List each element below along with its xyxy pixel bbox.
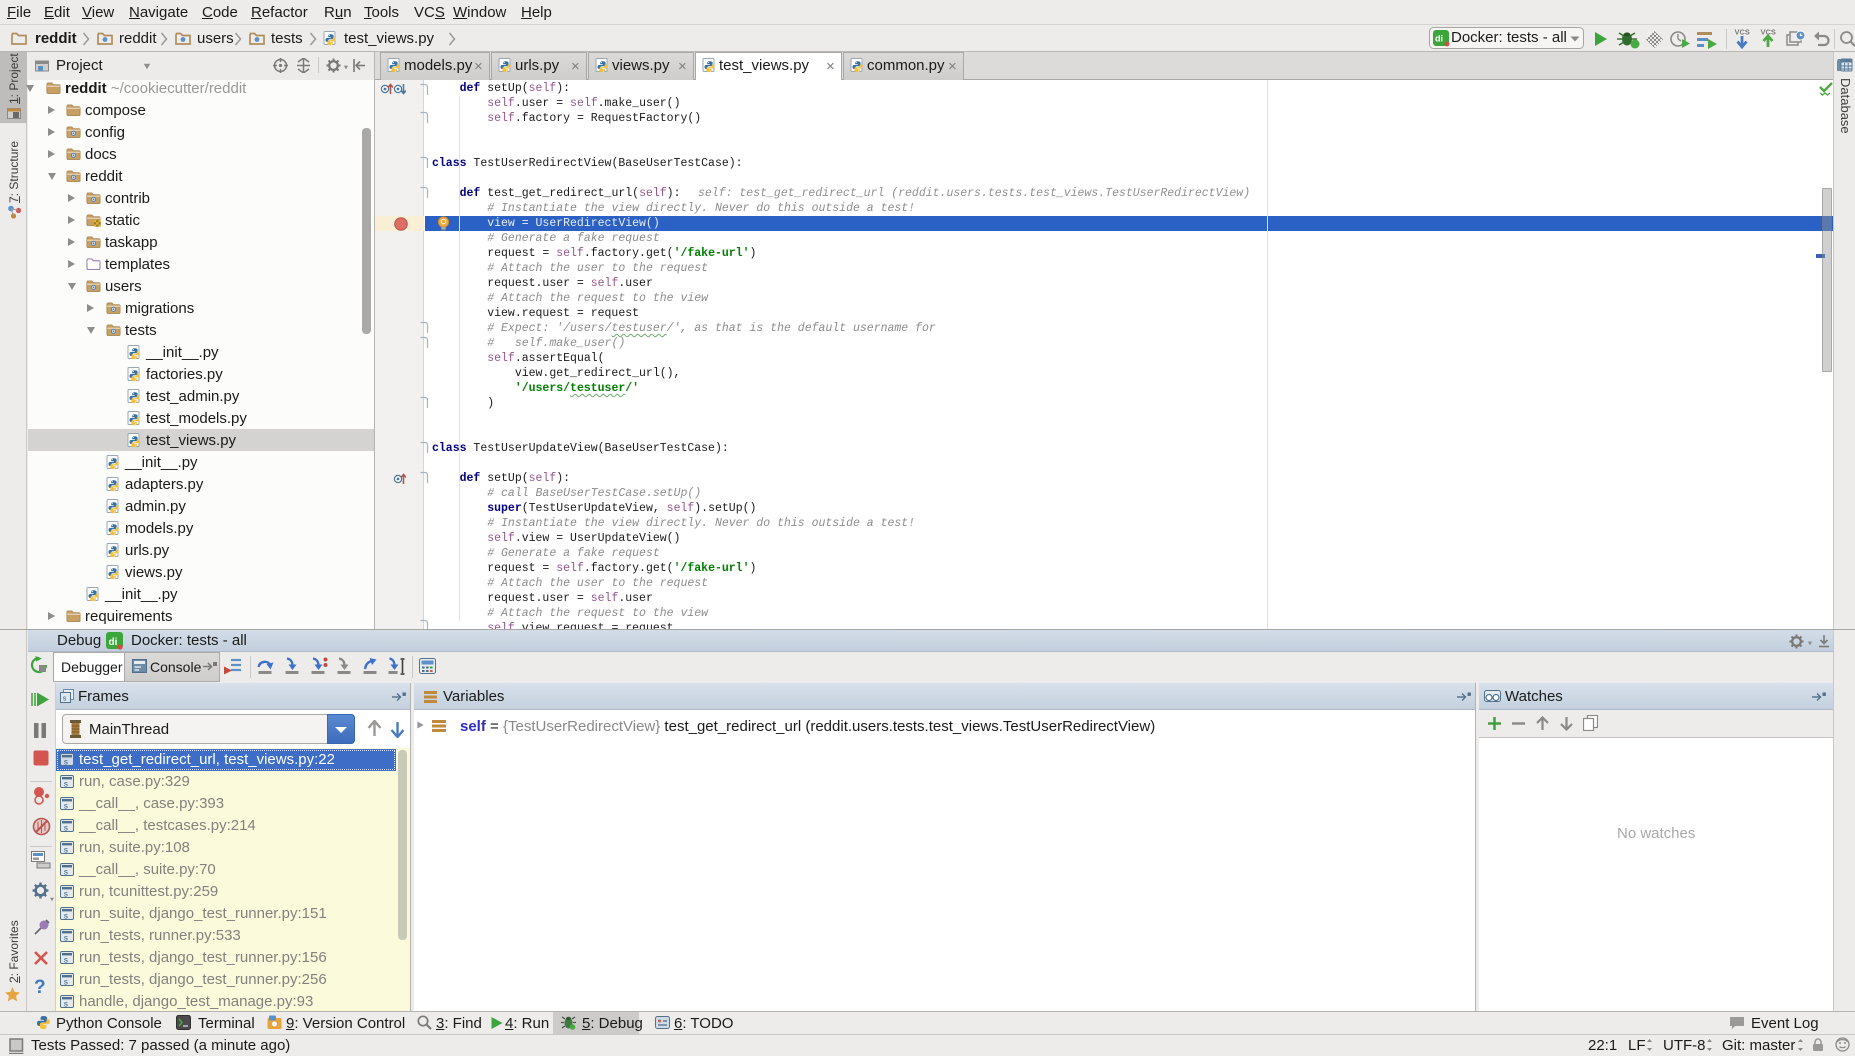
svg-text:s: s: [64, 979, 69, 988]
svg-text:di: di: [109, 637, 118, 648]
svg-text:s: s: [64, 803, 69, 812]
svg-text:s: s: [64, 759, 69, 768]
svg-text:s: s: [64, 869, 69, 878]
svg-text:s: s: [64, 1001, 69, 1010]
svg-text:s: s: [64, 957, 69, 966]
svg-text:s: s: [64, 847, 69, 856]
svg-text:s: s: [64, 825, 69, 834]
svg-text:s: s: [63, 696, 67, 704]
svg-text:s: s: [64, 935, 69, 944]
svg-text:di: di: [1435, 34, 1443, 44]
svg-text:s: s: [64, 781, 69, 790]
svg-text:VCS: VCS: [1735, 28, 1750, 37]
svg-text:s: s: [64, 891, 69, 900]
svg-text:s: s: [64, 913, 69, 922]
